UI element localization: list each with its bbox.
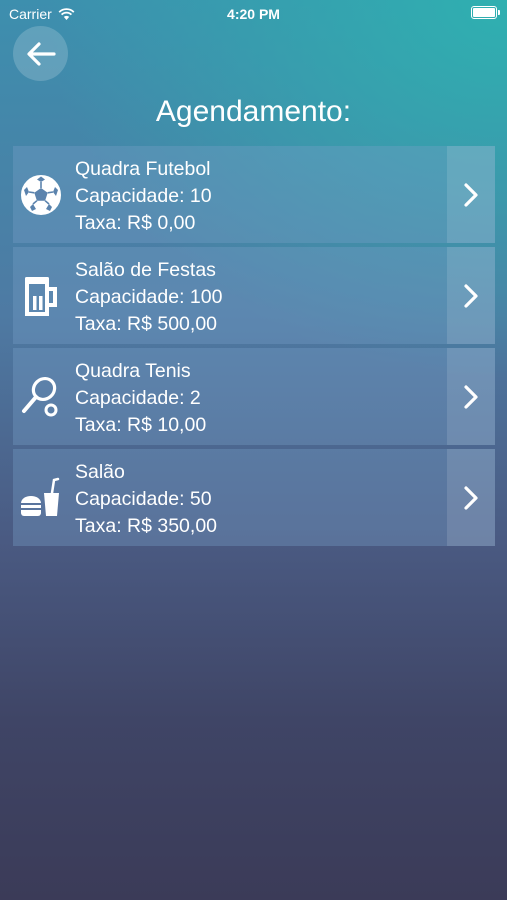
tennis-racket-icon xyxy=(22,376,58,416)
status-bar: Carrier 4:20 PM xyxy=(0,0,507,30)
item-fee: Taxa: R$ 500,00 xyxy=(75,313,218,335)
item-details: Salão de Festas Capacidade: 100 Taxa: R$… xyxy=(66,247,447,344)
fast-food-icon xyxy=(21,477,60,516)
chevron-right-icon xyxy=(464,182,478,207)
back-button[interactable] xyxy=(13,26,68,81)
item-arrow[interactable] xyxy=(447,247,495,344)
item-arrow[interactable] xyxy=(447,146,495,243)
status-time: 4:20 PM xyxy=(227,6,280,22)
chevron-right-icon xyxy=(464,283,478,308)
item-name: Salão de Festas xyxy=(75,259,216,281)
item-arrow[interactable] xyxy=(447,449,495,546)
list-item[interactable]: Salão Capacidade: 50 Taxa: R$ 350,00 xyxy=(13,449,495,546)
chevron-right-icon xyxy=(464,485,478,510)
item-name: Quadra Tenis xyxy=(75,360,191,382)
item-capacity: Capacidade: 100 xyxy=(75,286,223,308)
item-capacity: Capacidade: 2 xyxy=(75,387,201,409)
item-fee: Taxa: R$ 350,00 xyxy=(75,515,218,537)
battery-icon xyxy=(471,6,500,19)
list-item[interactable]: Quadra Tenis Capacidade: 2 Taxa: R$ 10,0… xyxy=(13,348,495,445)
venue-list: Quadra Futebol Capacidade: 10 Taxa: R$ 0… xyxy=(13,146,495,550)
soccer-ball-icon xyxy=(21,174,61,215)
item-arrow[interactable] xyxy=(447,348,495,445)
beer-mug-icon xyxy=(25,276,57,316)
item-details: Quadra Tenis Capacidade: 2 Taxa: R$ 10,0… xyxy=(66,348,447,445)
arrow-left-icon xyxy=(26,41,56,66)
item-name: Salão xyxy=(75,461,125,483)
item-fee: Taxa: R$ 0,00 xyxy=(75,212,196,234)
item-capacity: Capacidade: 50 xyxy=(75,488,212,510)
chevron-right-icon xyxy=(464,384,478,409)
list-item[interactable]: Quadra Futebol Capacidade: 10 Taxa: R$ 0… xyxy=(13,146,495,243)
page-title: Agendamento: xyxy=(155,95,352,128)
item-details: Quadra Futebol Capacidade: 10 Taxa: R$ 0… xyxy=(66,146,447,243)
list-item[interactable]: Salão de Festas Capacidade: 100 Taxa: R$… xyxy=(13,247,495,344)
item-name: Quadra Futebol xyxy=(75,158,211,180)
item-fee: Taxa: R$ 10,00 xyxy=(75,414,207,436)
item-capacity: Capacidade: 10 xyxy=(75,185,212,207)
item-details: Salão Capacidade: 50 Taxa: R$ 350,00 xyxy=(66,449,447,546)
battery-level xyxy=(473,8,495,17)
